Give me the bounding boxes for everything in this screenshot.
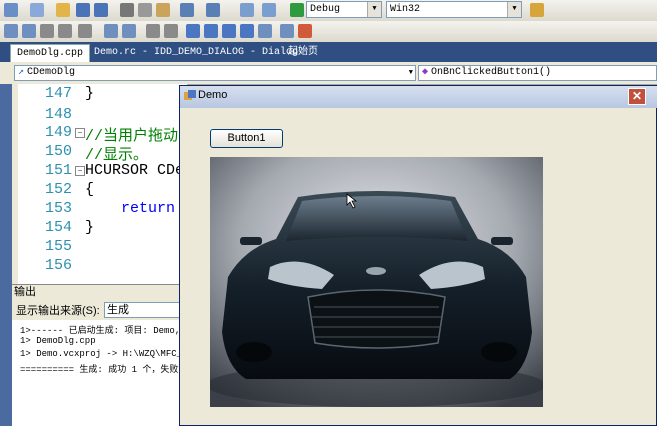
collapse-icon[interactable]: − (75, 166, 85, 176)
copy-icon[interactable] (138, 3, 152, 17)
toolbar-icon[interactable] (58, 24, 72, 38)
uncomment-icon[interactable] (164, 24, 178, 38)
chevron-down-icon: ▼ (408, 69, 413, 77)
toolbar-icon[interactable] (78, 24, 92, 38)
line-number: 155 (44, 238, 72, 255)
line-number: 147 (44, 85, 72, 102)
new-project-icon[interactable] (4, 3, 18, 17)
platform-select[interactable]: Win32 ▼ (386, 1, 522, 18)
toolbar-icon[interactable] (298, 24, 312, 38)
line-number: 154 (44, 219, 72, 236)
code-line: } (85, 219, 95, 236)
navigate-forward-icon[interactable] (262, 3, 276, 17)
solution-explorer-strip[interactable] (0, 84, 12, 426)
indent-icon[interactable] (104, 24, 118, 38)
line-number: 156 (44, 257, 72, 274)
code-keyword: return (85, 200, 176, 217)
output-pane-header: 输出 (12, 284, 184, 299)
car-picture (210, 157, 543, 407)
next-bookmark-icon[interactable] (222, 24, 236, 38)
save-icon[interactable] (76, 3, 90, 17)
member-value: OnBnClickedButton1() (431, 67, 552, 78)
comment-icon[interactable] (146, 24, 160, 38)
configuration-select[interactable]: Debug ▼ (306, 1, 382, 18)
line-number: 153 (44, 200, 72, 217)
tab-demo-rc-dialog[interactable]: Demo.rc - IDD_DEMO_DIALOG - Dialog (88, 44, 304, 62)
output-line: 1>------ 已启动生成: 项目: Demo, (20, 326, 181, 336)
code-line: HCURSOR CDem (85, 162, 194, 179)
standard-toolbar: Debug ▼ Win32 ▼ (0, 0, 657, 22)
code-navigation-bar: ↗ CDemoDlg ▼ ◆ OnBnClickedButton1() (0, 62, 657, 85)
toolbar-icon[interactable] (22, 24, 36, 38)
class-select[interactable]: ↗ CDemoDlg ▼ (14, 65, 416, 81)
toolbar-icon[interactable] (280, 24, 294, 38)
code-comment: //当用户拖动 (85, 128, 179, 145)
add-item-icon[interactable] (30, 3, 44, 17)
class-value: CDemoDlg (27, 67, 76, 78)
chevron-down-icon: ▼ (507, 2, 521, 17)
toolbar-icon[interactable] (40, 24, 54, 38)
open-icon[interactable] (56, 3, 70, 17)
output-line: 1> DemoDlg.cpp (20, 336, 96, 346)
class-icon: ↗ (18, 67, 25, 78)
undo-icon[interactable] (180, 3, 194, 17)
line-number: 150 (44, 143, 72, 160)
close-icon[interactable]: ✕ (628, 88, 646, 105)
app-icon (184, 90, 196, 102)
code-comment: //显示。 (85, 147, 149, 164)
bookmark-icon[interactable] (186, 24, 200, 38)
output-source-select[interactable]: 生成 (104, 302, 182, 318)
line-number: 152 (44, 181, 72, 198)
tab-start-page[interactable]: 起始页 (282, 44, 324, 62)
line-number: 151 (44, 162, 72, 179)
output-source-label: 显示输出来源(S): (16, 305, 100, 317)
clear-bookmark-icon[interactable] (240, 24, 254, 38)
dialog-title-bar[interactable] (180, 86, 657, 108)
text-editor-toolbar (0, 21, 657, 43)
toolbar-icon[interactable] (4, 24, 18, 38)
outdent-icon[interactable] (122, 24, 136, 38)
save-all-icon[interactable] (94, 3, 108, 17)
member-select[interactable]: ◆ OnBnClickedButton1() (418, 65, 657, 81)
previous-bookmark-icon[interactable] (204, 24, 218, 38)
find-in-files-icon[interactable] (530, 3, 544, 17)
output-line: 1> Demo.vcxproj -> H:\WZQ\MFC_ (20, 349, 183, 359)
document-tab-strip: DemoDlg.cpp Demo.rc - IDD_DEMO_DIALOG - … (0, 42, 657, 62)
cut-icon[interactable] (120, 3, 134, 17)
output-line: ========== 生成: 成功 1 个，失败 (20, 365, 179, 375)
button1[interactable]: Button1 (210, 129, 283, 148)
chevron-down-icon: ▼ (367, 2, 381, 17)
toolbar-icon[interactable] (258, 24, 272, 38)
editor-gutter (12, 84, 18, 284)
paste-icon[interactable] (156, 3, 170, 17)
navigate-backward-icon[interactable] (240, 3, 254, 17)
line-number: 149 (44, 124, 72, 141)
start-debugging-icon[interactable] (290, 3, 304, 17)
method-icon: ◆ (422, 67, 429, 78)
collapse-icon[interactable]: − (75, 128, 85, 138)
line-number: 148 (44, 106, 72, 123)
tab-demodlg-cpp[interactable]: DemoDlg.cpp (10, 44, 91, 62)
dialog-title: Demo (198, 89, 228, 101)
code-line: { (85, 181, 95, 198)
redo-icon[interactable] (206, 3, 220, 17)
configuration-value: Debug (310, 4, 341, 15)
code-line: } (85, 85, 95, 102)
platform-value: Win32 (390, 4, 421, 15)
